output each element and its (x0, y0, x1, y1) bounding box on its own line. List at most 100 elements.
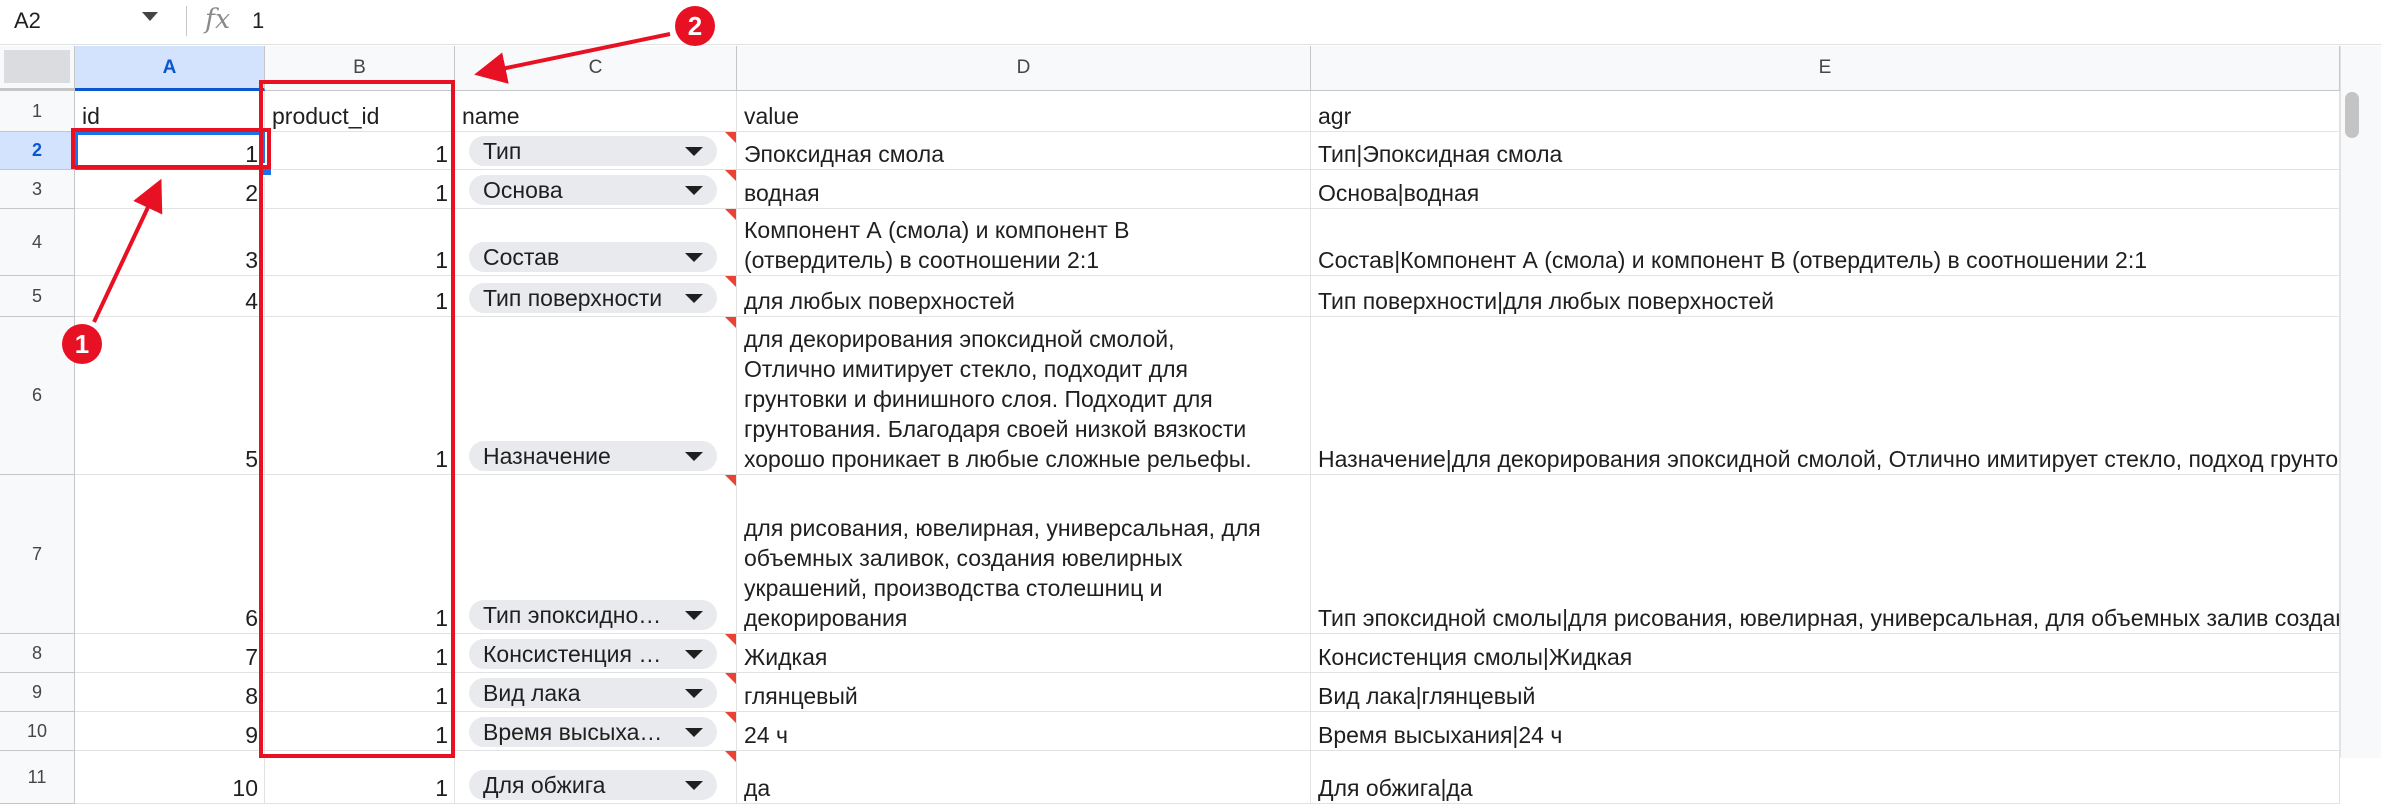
chevron-down-icon[interactable] (685, 186, 703, 195)
chevron-down-icon[interactable] (685, 452, 703, 461)
cell-id[interactable]: 8 (75, 673, 265, 712)
select-all-corner[interactable] (0, 46, 75, 91)
cell-id[interactable]: 9 (75, 712, 265, 751)
comment-indicator[interactable] (725, 673, 736, 684)
comment-indicator[interactable] (725, 712, 736, 723)
cell-value[interactable]: глянцевый (737, 673, 1311, 712)
name-box-value[interactable]: A2 (14, 8, 41, 34)
cell-agr[interactable]: Тип эпоксидной смолы|для рисования, ювел… (1311, 475, 2340, 634)
row-header-1[interactable]: 1 (0, 91, 75, 132)
chevron-down-icon[interactable] (685, 650, 703, 659)
comment-indicator[interactable] (725, 634, 736, 645)
cell-name[interactable]: name (455, 91, 737, 132)
cell-name[interactable]: Тип эпоксидно… (455, 475, 737, 634)
cell-id[interactable]: 5 (75, 317, 265, 475)
cell-agr[interactable]: Основа|водная (1311, 170, 2340, 209)
cell-value[interactable]: Жидкая (737, 634, 1311, 673)
row-header-11[interactable]: 11 (0, 751, 75, 804)
column-header-c[interactable]: C (455, 46, 737, 91)
column-header-d[interactable]: D (737, 46, 1311, 91)
dropdown-chip[interactable]: Консистенция … (469, 639, 717, 669)
row-header-2[interactable]: 2 (0, 132, 75, 170)
dropdown-chip[interactable]: Основа (469, 175, 717, 205)
dropdown-chip[interactable]: Вид лака (469, 678, 717, 708)
cell-text: 24 ч (744, 722, 788, 748)
cell-name[interactable]: Для обжига (455, 751, 737, 804)
cell-name[interactable]: Время высыха… (455, 712, 737, 751)
cell-id[interactable]: 2 (75, 170, 265, 209)
cell-agr[interactable]: Назначение|для декорирования эпоксидной … (1311, 317, 2340, 475)
chevron-down-icon[interactable] (142, 12, 158, 21)
cell-agr[interactable]: Вид лака|глянцевый (1311, 673, 2340, 712)
comment-indicator[interactable] (725, 751, 736, 762)
cell-agr[interactable]: Время высыхания|24 ч (1311, 712, 2340, 751)
cell-name[interactable]: Консистенция … (455, 634, 737, 673)
cell-id[interactable]: 4 (75, 276, 265, 317)
comment-indicator[interactable] (725, 317, 736, 328)
cell-name[interactable]: Вид лака (455, 673, 737, 712)
cell-agr[interactable]: Состав|Компонент А (смола) и компонент В… (1311, 209, 2340, 276)
scrollbar-thumb[interactable] (2345, 92, 2359, 138)
column-header-a[interactable]: A (75, 46, 265, 91)
cell-product-id[interactable]: 1 (265, 751, 455, 804)
dropdown-chip[interactable]: Для обжига (469, 770, 717, 800)
chevron-down-icon[interactable] (685, 781, 703, 790)
cell-agr[interactable]: agr (1311, 91, 2340, 132)
comment-indicator[interactable] (725, 170, 736, 181)
dropdown-chip-label: Для обжига (483, 771, 606, 798)
cell-id[interactable]: 3 (75, 209, 265, 276)
cell-value[interactable]: да (737, 751, 1311, 804)
cell-name[interactable]: Тип поверхности (455, 276, 737, 317)
chevron-down-icon[interactable] (685, 728, 703, 737)
cell-id[interactable]: 10 (75, 751, 265, 804)
cell-agr[interactable]: Тип|Эпоксидная смола (1311, 132, 2340, 170)
cell-id[interactable]: 7 (75, 634, 265, 673)
cell-text: 8 (245, 683, 258, 709)
dropdown-chip[interactable]: Время высыха… (469, 717, 717, 747)
row-header-5[interactable]: 5 (0, 276, 75, 317)
comment-indicator[interactable] (725, 276, 736, 287)
cell-value[interactable]: 24 ч (737, 712, 1311, 751)
cell-name[interactable]: Назначение (455, 317, 737, 475)
cell-value[interactable]: для любых поверхностей (737, 276, 1311, 317)
row-header-9[interactable]: 9 (0, 673, 75, 712)
cell-name[interactable]: Состав (455, 209, 737, 276)
select-all-thumb[interactable] (4, 50, 70, 83)
chevron-down-icon[interactable] (685, 294, 703, 303)
dropdown-chip[interactable]: Тип эпоксидно… (469, 600, 717, 630)
cell-value[interactable]: value (737, 91, 1311, 132)
cell-agr[interactable]: Для обжига|да (1311, 751, 2340, 804)
cell-agr[interactable]: Тип поверхности|для любых поверхностей (1311, 276, 2340, 317)
dropdown-chip[interactable]: Назначение (469, 441, 717, 471)
formula-input[interactable]: 1 (252, 8, 264, 34)
dropdown-chip-label: Тип эпоксидно… (483, 601, 662, 628)
row-header-4[interactable]: 4 (0, 209, 75, 276)
column-header-e[interactable]: E (1311, 46, 2340, 91)
cell-agr[interactable]: Консистенция смолы|Жидкая (1311, 634, 2340, 673)
cell-value[interactable]: для декорирования эпоксидной смолой, Отл… (737, 317, 1311, 475)
cell-value[interactable]: Компонент А (смола) и компонент В (отвер… (737, 209, 1311, 276)
cell-name[interactable]: Тип (455, 132, 737, 170)
row-header-8[interactable]: 8 (0, 634, 75, 673)
dropdown-chip[interactable]: Состав (469, 242, 717, 272)
chevron-down-icon[interactable] (685, 611, 703, 620)
row-header-10[interactable]: 10 (0, 712, 75, 751)
comment-indicator[interactable] (725, 132, 736, 143)
cell-name[interactable]: Основа (455, 170, 737, 209)
comment-indicator[interactable] (725, 475, 736, 486)
cell-value[interactable]: для рисования, ювелирная, универсальная,… (737, 475, 1311, 634)
cell-id[interactable]: 6 (75, 475, 265, 634)
chevron-down-icon[interactable] (685, 689, 703, 698)
vertical-scrollbar[interactable] (2340, 46, 2381, 758)
comment-indicator[interactable] (725, 209, 736, 220)
dropdown-chip[interactable]: Тип (469, 136, 717, 166)
cell-id[interactable]: id (75, 91, 265, 132)
name-box[interactable]: A2 (0, 0, 176, 44)
row-header-3[interactable]: 3 (0, 170, 75, 209)
cell-value[interactable]: водная (737, 170, 1311, 209)
dropdown-chip[interactable]: Тип поверхности (469, 283, 717, 313)
cell-value[interactable]: Эпоксидная смола (737, 132, 1311, 170)
chevron-down-icon[interactable] (685, 253, 703, 262)
chevron-down-icon[interactable] (685, 147, 703, 156)
row-header-7[interactable]: 7 (0, 475, 75, 634)
